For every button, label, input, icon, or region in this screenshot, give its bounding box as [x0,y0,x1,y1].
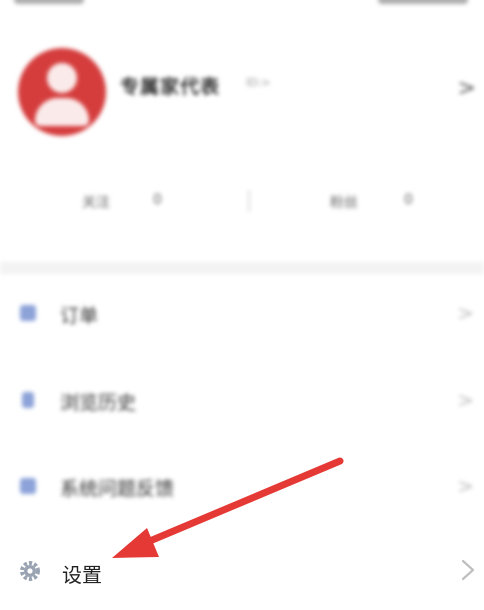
gear-icon [20,561,40,581]
chevron-right-icon: > [457,474,474,498]
status-icons [378,0,468,4]
profile-header[interactable]: 专属家代表 ID:> > [0,44,484,144]
menu-item-history[interactable]: 浏览历史 > [0,370,484,430]
user-name: 专属家代表 [120,76,221,98]
chevron-right-icon: > [457,388,474,412]
stat-followers-value: 0 [404,192,413,208]
status-time [14,0,84,4]
menu-item-feedback[interactable]: 系统问题反馈 > [0,456,484,516]
feedback-icon [20,478,36,494]
history-icon [22,392,34,408]
menu-item-orders[interactable]: 订单 > [0,283,484,343]
menu-item-label: 浏览历史 [60,392,137,414]
stat-divider [248,190,250,212]
settings-label: 设置 [62,563,102,587]
order-icon [20,305,36,321]
status-bar [0,0,484,14]
menu-item-label: 系统问题反馈 [60,478,175,500]
stat-following-value: 0 [153,192,162,208]
menu-item-label: 订单 [60,305,99,327]
chevron-right-icon [461,559,475,581]
avatar-head-icon [47,63,77,93]
chevron-right-icon: > [457,301,474,325]
user-tag: ID:> [246,76,271,89]
chevron-right-icon[interactable]: > [458,76,476,101]
stats-bar: 关注 0 粉丝 0 [0,188,484,216]
avatar[interactable] [18,48,106,136]
section-divider [0,262,484,274]
avatar-body-icon [35,98,89,126]
stat-followers-label[interactable]: 粉丝 [330,192,358,212]
settings-item[interactable]: 设置 [0,545,484,601]
stat-following-label[interactable]: 关注 [82,192,110,212]
